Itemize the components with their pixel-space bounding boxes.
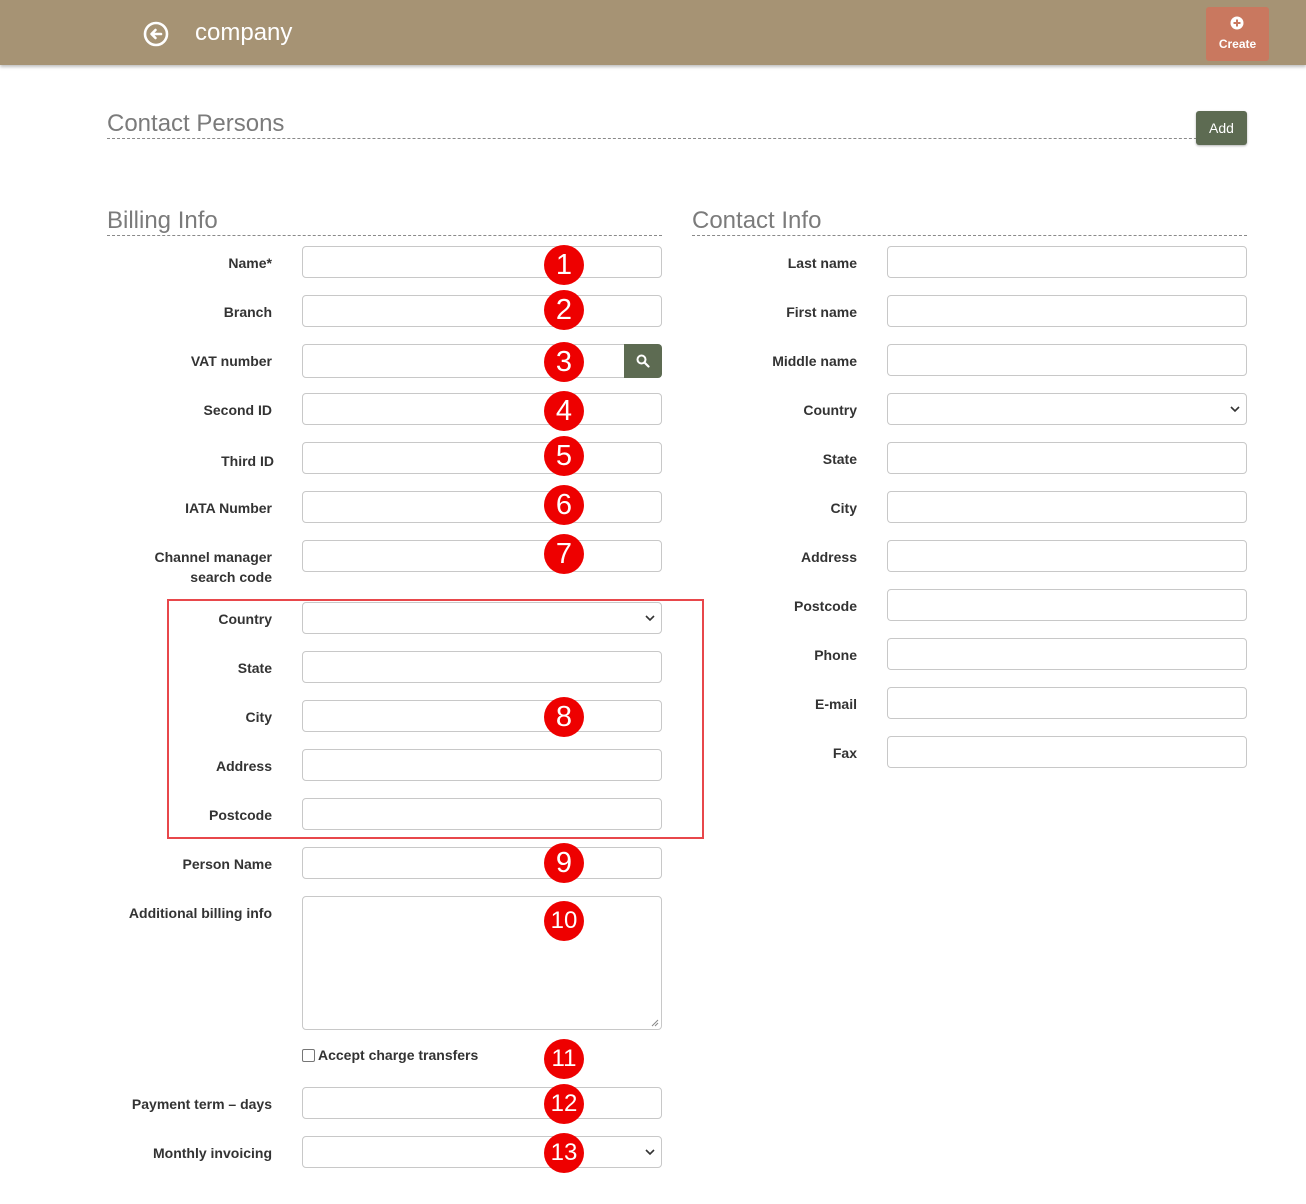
iata-number-input[interactable] — [302, 491, 662, 523]
branch-input[interactable] — [302, 295, 662, 327]
chevron-down-icon — [1230, 406, 1240, 413]
vat-number-label: VAT number — [190, 353, 272, 369]
billing-postcode-input[interactable] — [302, 798, 662, 830]
contact-country-label: Country — [803, 402, 857, 418]
vat-search-button[interactable] — [624, 344, 662, 378]
branch-label: Branch — [223, 304, 272, 320]
monthly-invoicing-select[interactable] — [302, 1136, 662, 1168]
accept-charge-transfers-checkbox[interactable] — [302, 1049, 315, 1062]
plus-circle-icon — [1230, 16, 1244, 30]
phone-input[interactable] — [887, 638, 1247, 670]
channel-manager-search-code-input[interactable] — [302, 540, 662, 572]
person-name-input[interactable] — [302, 847, 662, 879]
billing-address-label: Address — [215, 758, 272, 774]
annotation-badge: 6 — [544, 485, 584, 525]
payment-term-input[interactable] — [302, 1087, 662, 1119]
phone-label: Phone — [814, 647, 857, 663]
contact-address-input[interactable] — [887, 540, 1247, 572]
annotation-badge: 3 — [544, 342, 584, 382]
first-name-label: First name — [786, 304, 857, 320]
resize-grip-icon[interactable] — [651, 1019, 659, 1027]
annotation-badge: 12 — [544, 1084, 584, 1124]
contact-state-label: State — [822, 451, 857, 467]
additional-billing-info-textarea[interactable] — [302, 896, 662, 1030]
additional-billing-info-label: Additional billing info — [128, 905, 272, 921]
billing-city-input[interactable] — [302, 700, 662, 732]
billing-state-input[interactable] — [302, 651, 662, 683]
billing-postcode-label: Postcode — [208, 807, 272, 823]
create-button[interactable]: Create — [1206, 7, 1269, 61]
annotation-badge: 10 — [544, 901, 584, 941]
annotation-badge: 4 — [544, 391, 584, 431]
annotation-badge: 11 — [544, 1039, 584, 1079]
back-arrow-circle-icon[interactable] — [143, 21, 169, 47]
create-label: Create — [1218, 37, 1257, 51]
annotation-badge: 9 — [544, 843, 584, 883]
chevron-down-icon — [645, 1149, 655, 1156]
contact-city-input[interactable] — [887, 491, 1247, 523]
payment-term-label: Payment term – days — [131, 1096, 272, 1112]
contact-postcode-label: Postcode — [793, 598, 857, 614]
second-id-label: Second ID — [203, 402, 272, 418]
email-input[interactable] — [887, 687, 1247, 719]
monthly-invoicing-label: Monthly invoicing — [153, 1145, 272, 1161]
add-contact-person-button[interactable]: Add — [1196, 111, 1247, 145]
contact-info-title: Contact Info — [692, 207, 1247, 236]
third-id-input[interactable] — [302, 442, 662, 474]
annotation-badge: 2 — [544, 290, 584, 330]
annotation-badge: 7 — [544, 534, 584, 574]
contact-city-label: City — [830, 500, 857, 516]
channel-manager-label-line2: search code — [190, 569, 272, 585]
annotation-badge: 8 — [544, 697, 584, 737]
search-icon — [636, 354, 650, 368]
person-name-label: Person Name — [182, 856, 272, 872]
last-name-label: Last name — [787, 255, 857, 271]
annotation-badge: 5 — [544, 436, 584, 476]
billing-city-label: City — [245, 709, 272, 725]
billing-country-label: Country — [218, 611, 272, 627]
middle-name-input[interactable] — [887, 344, 1247, 376]
accept-charge-transfers-label[interactable]: Accept charge transfers — [318, 1047, 478, 1063]
annotation-badge: 13 — [544, 1133, 584, 1173]
billing-address-input[interactable] — [302, 749, 662, 781]
second-id-input[interactable] — [302, 393, 662, 425]
chevron-down-icon — [645, 615, 655, 622]
channel-manager-label-line1: Channel manager — [154, 549, 272, 565]
billing-state-label: State — [237, 660, 272, 676]
billing-info-title: Billing Info — [107, 207, 662, 236]
billing-country-select[interactable] — [302, 602, 662, 634]
first-name-input[interactable] — [887, 295, 1247, 327]
middle-name-label: Middle name — [772, 353, 857, 369]
last-name-input[interactable] — [887, 246, 1247, 278]
contact-state-input[interactable] — [887, 442, 1247, 474]
third-id-label: Third ID — [221, 453, 274, 469]
annotation-badge: 1 — [544, 245, 584, 285]
iata-number-label: IATA Number — [185, 500, 272, 516]
contact-persons-title: Contact Persons — [107, 110, 1247, 139]
contact-postcode-input[interactable] — [887, 589, 1247, 621]
page-title: company — [195, 19, 293, 46]
fax-label: Fax — [832, 745, 857, 761]
name-label: Name* — [228, 255, 272, 271]
email-label: E-mail — [814, 696, 857, 712]
top-bar: company Create — [0, 0, 1306, 65]
contact-address-label: Address — [800, 549, 857, 565]
name-input[interactable] — [302, 246, 662, 278]
fax-input[interactable] — [887, 736, 1247, 768]
contact-country-select[interactable] — [887, 393, 1247, 425]
